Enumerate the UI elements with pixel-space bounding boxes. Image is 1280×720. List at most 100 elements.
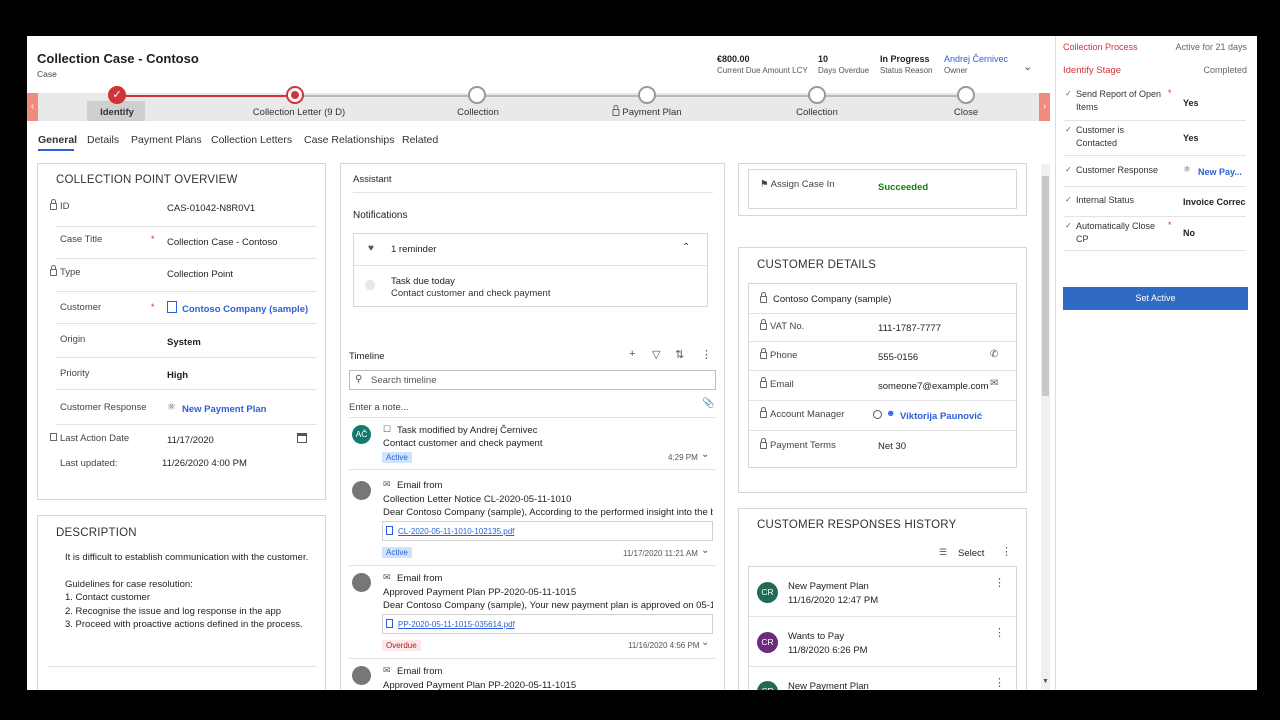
- more-options-icon[interactable]: ⋮: [994, 676, 1005, 689]
- header-stat-due-amount: €800.00 Current Due Amount LCY: [717, 54, 808, 75]
- divider: [1064, 186, 1246, 187]
- calendar-icon[interactable]: [297, 433, 307, 443]
- stage-label-collection-letter[interactable]: Collection Letter (9 D): [253, 107, 345, 118]
- tab-payment-plans[interactable]: Payment Plans: [131, 134, 202, 146]
- attachment-chip[interactable]: PP-2020-05-11-1015-035614.pdf: [382, 614, 713, 634]
- response-title[interactable]: Wants to Pay: [788, 631, 844, 642]
- lock-icon: [760, 348, 767, 359]
- more-options-icon[interactable]: ⋮: [994, 576, 1005, 589]
- timeline-item-title[interactable]: Task modified by Andrej Černivec: [397, 425, 537, 436]
- stage-payment-plan-dot[interactable]: [638, 86, 656, 104]
- phone-icon[interactable]: ✆: [990, 349, 998, 360]
- send-report-label: Send Report of Open Items: [1076, 89, 1162, 112]
- divider: [56, 258, 317, 259]
- avatar: CR: [757, 582, 778, 603]
- stage-label-payment-plan[interactable]: Payment Plan: [612, 105, 682, 118]
- set-active-button[interactable]: Set Active: [1063, 287, 1248, 310]
- stage-next-arrow-icon[interactable]: ›: [1039, 93, 1050, 121]
- divider: [749, 370, 1016, 371]
- lock-icon: [760, 319, 767, 330]
- response-date: 11/8/2020 6:26 PM: [788, 645, 868, 656]
- customer-contacted-value[interactable]: Yes: [1183, 133, 1199, 143]
- required-marker: *: [1168, 88, 1172, 98]
- description-text[interactable]: It is difficult to establish communicati…: [65, 551, 320, 632]
- scroll-down-arrow-icon[interactable]: ▼: [1042, 678, 1049, 685]
- expand-chevron-icon[interactable]: ⌄: [701, 449, 709, 460]
- timeline-item-title[interactable]: Email from: [397, 573, 442, 584]
- owner-link[interactable]: Andrej Černivec: [944, 54, 1008, 64]
- stage-collection-letter-dot[interactable]: [286, 86, 304, 104]
- customer-link[interactable]: Contoso Company (sample): [182, 304, 308, 315]
- internal-status-label: Internal Status: [1076, 195, 1135, 205]
- customer-response-link[interactable]: New Pay...: [1198, 167, 1242, 177]
- email-icon[interactable]: ✉: [990, 378, 998, 389]
- stage-label-close[interactable]: Close: [954, 107, 978, 118]
- filter-icon[interactable]: ▽: [652, 348, 660, 361]
- process-name: Collection Process: [1063, 42, 1138, 52]
- attachment-icon[interactable]: 📎: [702, 398, 714, 409]
- stage-label-collection[interactable]: Collection: [457, 107, 499, 118]
- divider: [349, 565, 716, 566]
- scrollbar-thumb[interactable]: [1042, 176, 1049, 396]
- internal-status-value[interactable]: Invoice Correc: [1183, 197, 1246, 207]
- more-options-icon[interactable]: ⋮: [701, 348, 712, 361]
- check-icon: ✓: [1065, 195, 1072, 204]
- stage-prev-arrow-icon[interactable]: ‹: [27, 93, 38, 121]
- avatar: [352, 666, 371, 685]
- account-manager-link[interactable]: Viktorija Paunović: [900, 411, 982, 422]
- lock-icon: [612, 105, 620, 116]
- last-action-date-label: Last Action Date: [50, 433, 129, 444]
- tab-case-relationships[interactable]: Case Relationships: [304, 134, 394, 146]
- stage-close-dot[interactable]: [957, 86, 975, 104]
- status-badge: Active: [382, 452, 412, 463]
- sort-icon[interactable]: ⇅: [675, 348, 684, 361]
- tab-general[interactable]: General: [38, 134, 77, 146]
- origin-label: Origin: [60, 334, 86, 345]
- response-title[interactable]: New Payment Plan: [788, 581, 869, 592]
- tab-related[interactable]: Related: [402, 134, 438, 146]
- customer-label: Customer: [60, 302, 102, 313]
- response-title[interactable]: New Payment Plan: [788, 681, 869, 690]
- notifications-heading: Notifications: [353, 210, 408, 221]
- stage-collection-dot[interactable]: [468, 86, 486, 104]
- origin-value[interactable]: System: [167, 337, 201, 348]
- timeline-item-text: Approved Payment Plan PP-2020-05-11-1015: [383, 587, 577, 598]
- timeline-item-preview: Dear Contoso Company (sample), Your new …: [383, 600, 713, 611]
- more-options-icon[interactable]: ⋮: [994, 626, 1005, 639]
- lock-icon: [50, 265, 57, 276]
- expand-chevron-icon[interactable]: ⌄: [701, 637, 709, 648]
- timeline-item-title[interactable]: Email from: [397, 666, 442, 677]
- priority-value[interactable]: High: [167, 370, 188, 381]
- timeline-search-input[interactable]: ⚲ Search timeline: [349, 370, 716, 390]
- header-expand-chevron-icon[interactable]: ⌄: [1023, 60, 1032, 73]
- note-input[interactable]: Enter a note...: [349, 402, 409, 413]
- task-title[interactable]: Task due today: [391, 276, 455, 287]
- overview-heading: COLLECTION POINT OVERVIEW: [56, 174, 238, 186]
- tab-collection-letters[interactable]: Collection Letters: [211, 134, 292, 146]
- divider: [349, 469, 716, 470]
- timeline-item-title[interactable]: Email from: [397, 480, 442, 491]
- customer-response-label: Customer Response: [60, 402, 147, 413]
- select-button[interactable]: Select: [958, 548, 984, 559]
- app-window: Collection Case - Contoso Case €800.00 C…: [27, 36, 1257, 690]
- more-options-icon[interactable]: ⋮: [1001, 545, 1012, 558]
- stage-label-identify[interactable]: Identify: [100, 107, 134, 118]
- auto-close-value[interactable]: No: [1183, 228, 1195, 238]
- attachment-chip[interactable]: CL-2020-05-11-1010-102135.pdf: [382, 521, 713, 541]
- stage-identify-check-icon[interactable]: ✓: [108, 86, 126, 104]
- tab-details[interactable]: Details: [87, 134, 119, 146]
- stage-collection-2-dot[interactable]: [808, 86, 826, 104]
- stage-label-collection-2[interactable]: Collection: [796, 107, 838, 118]
- collapse-chevron-icon[interactable]: ⌃: [682, 242, 690, 253]
- expand-chevron-icon[interactable]: ⌄: [701, 545, 709, 556]
- last-action-date-field[interactable]: 11/17/2020: [167, 435, 214, 446]
- phone-label: Phone: [760, 348, 797, 361]
- customer-response-link[interactable]: New Payment Plan: [182, 404, 266, 415]
- send-report-value[interactable]: Yes: [1183, 98, 1199, 108]
- add-icon[interactable]: +: [629, 348, 635, 360]
- header-stat-owner[interactable]: Andrej Černivec Owner: [944, 54, 1008, 75]
- divider: [56, 424, 317, 425]
- company-name: Contoso Company (sample): [760, 292, 891, 305]
- process-stage-panel: Collection Process Active for 21 days Id…: [1055, 36, 1257, 690]
- case-title-field[interactable]: Collection Case - Contoso: [167, 237, 277, 248]
